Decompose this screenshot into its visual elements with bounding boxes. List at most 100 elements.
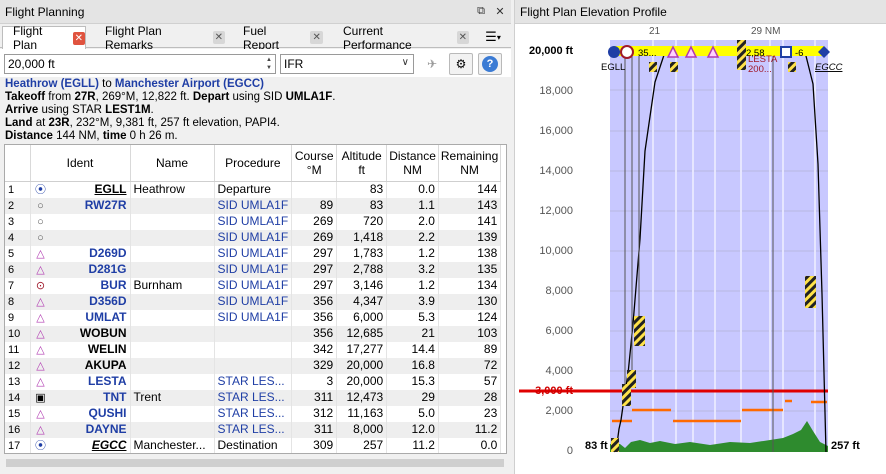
row-number: 5 — [8, 247, 15, 260]
ident-value: TNT — [103, 389, 127, 404]
procedure-cell: SID UMLA1F — [214, 309, 293, 326]
row-number-cell: 15 — [5, 405, 31, 422]
chevron-down-icon: ∨ — [401, 57, 409, 68]
remaining-cell: 23 — [438, 405, 502, 422]
tnt-vortac-icon — [780, 46, 792, 58]
table-row[interactable]: 4 ○ SID UMLA1F 269 1,418 2.2 139 — [5, 229, 502, 246]
row-number: 17 — [8, 439, 21, 452]
flight-planning-title-bar[interactable]: Flight Planning ⧉ ✕ — [0, 0, 511, 24]
column-header[interactable]: Distance NM — [386, 145, 439, 182]
settings-icon[interactable]: ⚙ — [449, 53, 473, 75]
horizontal-scrollbar[interactable] — [4, 456, 507, 470]
tab-menu-icon[interactable]: ☰ ▾ — [478, 26, 508, 48]
procedure-cell: Departure — [214, 181, 293, 198]
close-tab-icon[interactable]: ✕ — [310, 31, 323, 44]
y-tick-20000: 20,000 ft — [528, 45, 573, 57]
cruise-altitude-spinbox[interactable]: 20,000 ft ▲ ▼ — [4, 54, 276, 74]
star-name: LEST1M — [105, 104, 151, 116]
table-row[interactable]: 13 △ LESTA STAR LES... 3 20,000 15.3 57 — [5, 373, 502, 390]
ident-value: LESTA — [88, 373, 127, 388]
waypoint-icon: △ — [36, 327, 45, 340]
tab-fuel-report[interactable]: Fuel Report ✕ — [232, 24, 324, 52]
altitude-cell: 8,000 — [336, 421, 388, 438]
column-header[interactable]: Remaining NM — [438, 145, 502, 182]
table-row[interactable]: 12 △ AKUPA 329 20,000 16.8 72 — [5, 357, 502, 374]
flight-rules-combo[interactable]: IFR ∨ — [280, 54, 414, 74]
row-number: 3 — [8, 215, 15, 228]
flight-rules-value: IFR — [284, 57, 304, 71]
distance-cell: 1.2 — [386, 245, 439, 262]
egll-vor-icon — [608, 46, 620, 58]
elevation-profile-title-bar[interactable]: Flight Plan Elevation Profile — [515, 0, 886, 24]
help-icon: ? — [482, 56, 498, 72]
scrollbar-thumb[interactable] — [6, 459, 504, 467]
destination-link[interactable]: Manchester Airport (EGCC) — [115, 78, 264, 90]
distance-cell: 29 — [386, 389, 439, 406]
table-row[interactable]: 14 ▣ TNT Trent STAR LES... 311 12,473 29 28 — [5, 389, 502, 406]
name-cell — [130, 373, 215, 390]
ident-value: AKUPA — [84, 357, 127, 372]
close-icon[interactable]: ✕ — [492, 4, 508, 20]
name-cell — [130, 309, 215, 326]
close-tab-icon[interactable]: ✕ — [456, 31, 469, 44]
altitude-cell: 83 — [336, 197, 388, 214]
help-button[interactable]: ? — [478, 53, 502, 75]
table-row[interactable]: 16 △ DAYNE STAR LES... 311 8,000 12.0 11.2 — [5, 421, 502, 438]
edit-plane-icon[interactable]: ✈ — [420, 53, 444, 75]
column-header[interactable]: Ident — [30, 145, 131, 182]
elevation-profile[interactable]: 21 29 NM EGLL LESTA 200... EGCC 35... 2,… — [515, 24, 886, 474]
flight-plan-toolbar: 20,000 ft ▲ ▼ IFR ∨ ✈ ⚙ ? — [0, 49, 511, 77]
row-number-cell: 9 — [5, 309, 31, 326]
name-cell: Burnham — [130, 277, 215, 294]
vortac-icon: ▣ — [35, 391, 46, 404]
table-row[interactable]: 15 △ QUSHI STAR LES... 312 11,163 5.0 23 — [5, 405, 502, 422]
column-header[interactable]: Name — [130, 145, 215, 182]
symbol-cell: ○ — [30, 213, 131, 230]
course-cell: 269 — [291, 213, 338, 230]
row-number-cell: 6 — [5, 261, 31, 278]
table-row[interactable]: 7 ⊙ BUR Burnham SID UMLA1F 297 3,146 1.2 134 — [5, 277, 502, 294]
table-row[interactable]: 9 △ UMLAT SID UMLA1F 356 6,000 5.3 124 — [5, 309, 502, 326]
remaining-cell: 57 — [438, 373, 502, 390]
table-row[interactable]: 5 △ D269D SID UMLA1F 297 1,783 1.2 138 — [5, 245, 502, 262]
remaining-cell: 141 — [438, 213, 502, 230]
waypoint-icon: △ — [36, 359, 45, 372]
land-runway: 23R — [48, 117, 70, 129]
distance-label: Distance — [5, 130, 53, 142]
table-row[interactable]: 3 ○ SID UMLA1F 269 720 2.0 141 — [5, 213, 502, 230]
close-tab-icon[interactable]: ✕ — [72, 31, 85, 45]
distance-cell: 5.0 — [386, 405, 439, 422]
procedure-cell: STAR LES... — [214, 405, 293, 422]
y-tick-2000: 2,000 — [545, 405, 573, 417]
column-header[interactable]: Procedure — [214, 145, 293, 182]
table-row[interactable]: 6 △ D281G SID UMLA1F 297 2,788 3.2 135 — [5, 261, 502, 278]
close-tab-icon[interactable]: ✕ — [212, 31, 225, 44]
departure-link[interactable]: Heathrow (EGLL) — [5, 78, 99, 90]
name-cell — [130, 197, 215, 214]
spin-arrows-icon[interactable]: ▲ ▼ — [264, 56, 274, 72]
column-header[interactable]: Altitude ft — [336, 145, 388, 182]
row-number-cell: 12 — [5, 357, 31, 374]
sid-name: UMLA1F — [285, 91, 333, 103]
name-cell — [130, 357, 215, 374]
float-icon[interactable]: ⧉ — [473, 4, 489, 20]
table-row[interactable]: 10 △ WOBUN 356 12,685 21 103 — [5, 325, 502, 342]
table-row[interactable]: 2 ○ RW27R SID UMLA1F 89 83 1.1 143 — [5, 197, 502, 214]
column-header[interactable] — [5, 145, 31, 182]
table-row[interactable]: 8 △ D356D SID UMLA1F 356 4,347 3.9 130 — [5, 293, 502, 310]
table-row[interactable]: 11 △ WELIN 342 17,277 14.4 89 — [5, 341, 502, 358]
row-number: 1 — [8, 183, 15, 196]
row-number: 12 — [8, 359, 21, 372]
altitude-cell: 257 — [336, 437, 388, 453]
symbol-cell: △ LESTA — [30, 373, 131, 390]
flight-plan-table[interactable]: Ident Name Procedure Course °M Altitude ft Di… — [4, 144, 507, 454]
tab-current-performance[interactable]: Current Performance ✕ — [332, 24, 470, 52]
ident-value: EGLL — [94, 181, 127, 196]
table-row[interactable]: 17 ⦿ EGCC Manchester... Destination 309 257 11.… — [5, 437, 502, 453]
ndb-icon: ⊙ — [35, 279, 46, 292]
tab-flight-plan[interactable]: Flight Plan ✕ — [2, 24, 86, 52]
tab-flight-plan-remarks[interactable]: Flight Plan Remarks ✕ — [94, 24, 226, 52]
table-row[interactable]: 1 ⦿ EGLL Heathrow Departure 83 0.0 144 — [5, 181, 502, 198]
column-header[interactable]: Course °M — [291, 145, 338, 182]
distance-cell: 5.3 — [386, 309, 439, 326]
